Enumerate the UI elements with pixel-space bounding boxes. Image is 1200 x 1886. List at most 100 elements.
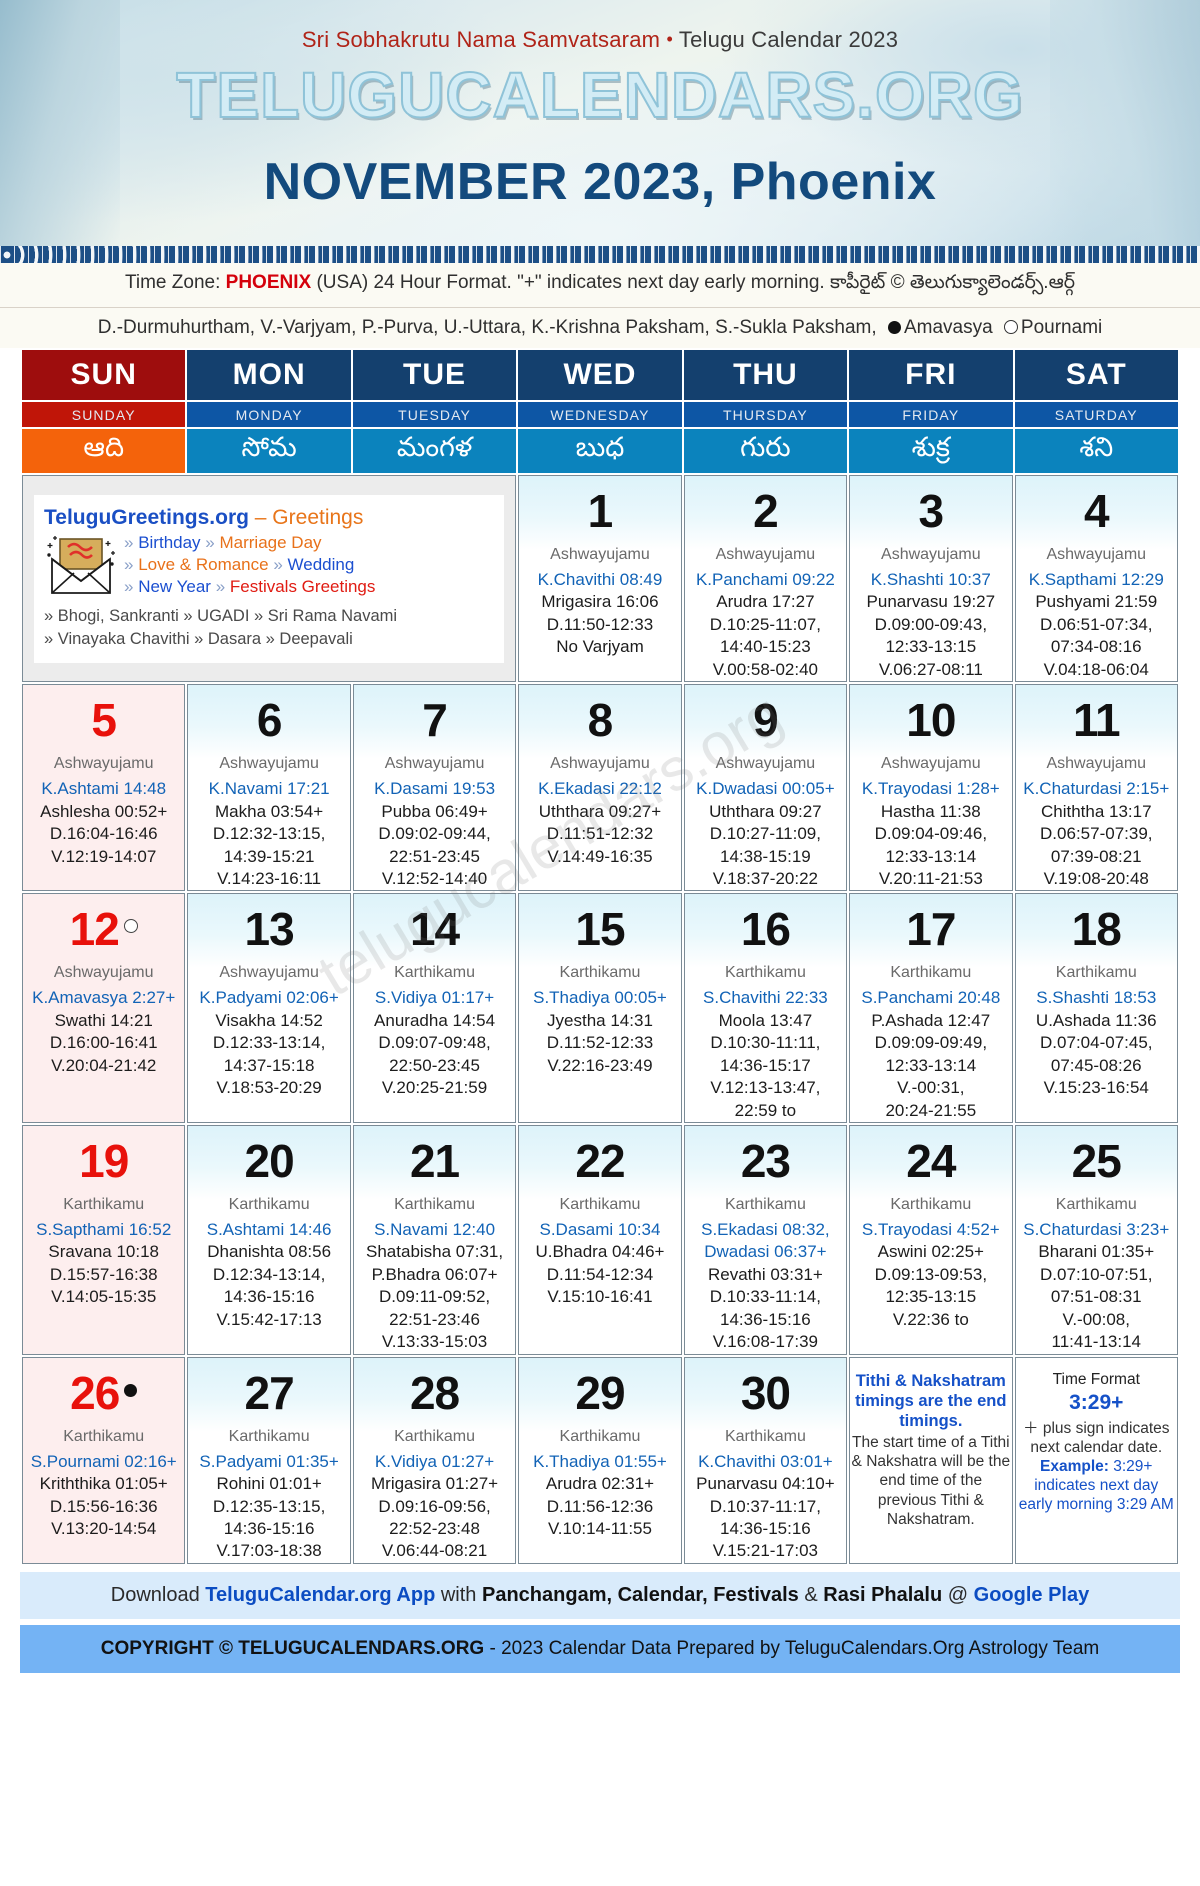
promo-link-row: » New Year » Festivals Greetings: [124, 576, 375, 598]
separator-dot: •: [666, 29, 673, 49]
day-cell[interactable]: 29 Karthikamu K.Thadiya 01:55+ Arudra 02:31…: [518, 1356, 682, 1564]
day-cell[interactable]: 27 Karthikamu S.Padyami 01:35+ Rohini 01:01…: [187, 1356, 351, 1564]
panchangam-line: D.16:04-16:46: [49, 824, 158, 844]
panchangam-line: V.15:10-16:41: [547, 1287, 653, 1307]
time-format-heading: Time Format: [1052, 1370, 1140, 1388]
day-cell[interactable]: 24 Karthikamu S.Trayodasi 4:52+ Aswini 02:2…: [849, 1125, 1013, 1355]
panchangam-line: V.15:21-17:03: [712, 1541, 819, 1561]
promo-title[interactable]: TeluguGreetings.org – Greetings: [44, 505, 494, 530]
day-cell[interactable]: 13 Ashwayujamu K.Padyami 02:06+ Visakha 14:…: [187, 893, 351, 1123]
panchangam-line: Revathi 03:31+: [707, 1264, 823, 1284]
panchangam-line: Mrigasira 16:06: [541, 592, 659, 612]
weekday-long-mon: MONDAY: [187, 402, 351, 427]
tithi-note-cell: Tithi & Nakshatram timings are the end t…: [849, 1356, 1013, 1564]
day-cell[interactable]: 16 Karthikamu S.Chavithi 22:33 Moola 13:47 D…: [683, 893, 848, 1123]
day-cell[interactable]: 7 Ashwayujamu K.Dasami 19:53 Pubba 06:49+ D.…: [352, 684, 517, 892]
promo-link[interactable]: Birthday: [138, 533, 200, 552]
weekday-header-fri: FRI: [849, 350, 1013, 400]
panchangam-line: V.15:23-16:54: [1043, 1078, 1149, 1098]
promo-link[interactable]: Wedding: [288, 555, 355, 574]
day-cell[interactable]: 1 Ashwayujamu K.Chavithi 08:49 Mrigasira 16…: [518, 475, 682, 683]
day-cell[interactable]: 6 Ashwayujamu K.Navami 17:21 Makha 03:54+ D.…: [187, 684, 351, 892]
panchangam-line: Uththara 09:27: [709, 801, 822, 821]
masa-name: Ashwayujamu: [881, 755, 981, 773]
day-cell[interactable]: 4 Ashwayujamu K.Sapthami 12:29 Pushyami 21:…: [1014, 475, 1178, 683]
weekday-telugu-row: ఆది సోమ మంగళ బుధ గురు శుక్ర శని: [22, 429, 1178, 473]
weekday-header-thu: THU: [683, 350, 848, 400]
panchangam-line: V.20:11-21:53: [878, 868, 983, 888]
tithi-name: K.Ekadasi 22:12: [538, 779, 662, 799]
tithi-name: K.Sapthami 12:29: [1028, 570, 1164, 589]
panchangam-line: Chiththa 13:17: [1040, 801, 1152, 821]
day-cell[interactable]: 5 Ashwayujamu K.Ashtami 14:48 Ashlesha 00:5…: [22, 684, 186, 892]
weekday-telugu-sat: శని: [1014, 429, 1178, 473]
panchangam-line: Uththara 09:27+: [538, 801, 662, 821]
masa-name: Karthikamu: [724, 1196, 806, 1213]
day-cell[interactable]: 18 Karthikamu S.Shashti 18:53 U.Ashada 11:3…: [1014, 893, 1178, 1123]
panchangam-line: Kriththika 01:05+: [39, 1474, 168, 1494]
day-cell[interactable]: 25 Karthikamu S.Chaturdasi 3:23+ Bharani 01…: [1014, 1125, 1178, 1355]
panchangam-line: 07:45-08:26: [1050, 1055, 1142, 1075]
masa-name: Ashwayujamu: [550, 546, 650, 563]
promo-link[interactable]: Love & Romance: [138, 555, 268, 574]
day-cell[interactable]: 2 Ashwayujamu K.Panchami 09:22 Arudra 17:27…: [683, 475, 848, 683]
google-play-link[interactable]: Google Play: [974, 1584, 1090, 1606]
time-format-note-cell: Time Format 3:29+ ＋ plus sign indicates ne…: [1014, 1356, 1178, 1564]
masa-name: Karthikamu: [559, 964, 641, 982]
timezone-city: PHOENIX: [225, 272, 312, 293]
day-cell[interactable]: 21 Karthikamu S.Navami 12:40 Shatabisha 07:…: [352, 1125, 517, 1355]
chevron-icon: »: [124, 532, 139, 552]
day-cell[interactable]: 14 Karthikamu S.Vidiya 01:17+ Anuradha 14:5…: [352, 893, 517, 1123]
day-cell[interactable]: 19 Karthikamu S.Sapthami 16:52 Sravana 10:1…: [22, 1125, 186, 1355]
abbreviation-legend: D.-Durmuhurtham, V.-Varjyam, P.-Purva, U…: [0, 308, 1200, 348]
day-cell[interactable]: 11 Ashwayujamu K.Chaturdasi 2:15+ Chiththa …: [1014, 684, 1178, 892]
tithi-name: K.Shashti 10:37: [870, 570, 991, 589]
day-cell[interactable]: 12 Ashwayujamu K.Amavasya 2:27+ Swathi 14:2…: [22, 893, 186, 1123]
masa-name: Karthikamu: [1055, 964, 1137, 982]
panchangam-line: 14:36-15:16: [720, 1518, 811, 1538]
day-cell[interactable]: 9 Ashwayujamu K.Dwadasi 00:05+ Uththara 09:…: [683, 684, 848, 892]
greetings-promo-cell-wrapper[interactable]: TeluguGreetings.org – Greetings» Birthda…: [22, 475, 517, 683]
day-cell[interactable]: 3 Ashwayujamu K.Shashti 10:37 Punarvasu 19:…: [849, 475, 1013, 683]
day-number: 11: [1072, 694, 1121, 747]
panchangam-line: 22:51-23:46: [389, 1309, 480, 1329]
promo-link[interactable]: Festivals Greetings: [230, 577, 376, 596]
samvatsaram-line: Sri Sobhakrutu Nama Samvatsaram • Telugu…: [0, 27, 1200, 53]
tithi-name: S.Padyami 01:35+: [199, 1451, 339, 1471]
tithi-name: S.Vidiya 01:17+: [374, 988, 495, 1008]
day-number: 26: [23, 1358, 184, 1416]
day-cell[interactable]: 26 Karthikamu S.Pournami 02:16+ Kriththika …: [22, 1356, 186, 1564]
day-cell[interactable]: 28 Karthikamu K.Vidiya 01:27+ Mrigasira 01:…: [352, 1356, 517, 1564]
app-download-bar[interactable]: Download TeluguCalendar.org App with Pan…: [20, 1571, 1180, 1619]
weekday-long-row: SUNDAY MONDAY TUESDAY WEDNESDAY THURSDAY…: [22, 402, 1178, 427]
weekday-long-tue: TUESDAY: [352, 402, 517, 427]
promo-link[interactable]: New Year: [138, 577, 211, 596]
masa-name: Karthikamu: [394, 964, 476, 982]
panchangam-line: 07:39-08:21: [1050, 846, 1142, 866]
day-cell[interactable]: 20 Karthikamu S.Ashtami 14:46 Dhanishta 08:…: [187, 1125, 351, 1355]
promo-link[interactable]: Marriage Day: [219, 533, 321, 552]
tithi-name: S.Pournami 02:16+: [30, 1451, 177, 1471]
day-cell[interactable]: 10 Ashwayujamu K.Trayodasi 1:28+ Hastha 11:…: [849, 684, 1013, 892]
day-cell[interactable]: 30 Karthikamu K.Chavithi 03:01+ Punarvasu 0…: [683, 1356, 848, 1564]
amavasya-icon: [887, 321, 901, 334]
day-cell[interactable]: 22 Karthikamu S.Dasami 10:34 U.Bhadra 04:46…: [518, 1125, 682, 1355]
masa-name: Karthikamu: [63, 1427, 145, 1445]
calendar-table: SUN MON TUE WED THU FRI SAT SUNDAY MONDA…: [20, 348, 1180, 1566]
day-cell[interactable]: 15 Karthikamu S.Thadiya 00:05+ Jyestha 14:3…: [518, 893, 682, 1123]
day-cell[interactable]: 23 Karthikamu S.Ekadasi 08:32, Dwadasi 06:…: [683, 1125, 848, 1355]
weekday-short-row: SUN MON TUE WED THU FRI SAT: [22, 350, 1178, 400]
masa-name: Karthikamu: [394, 1427, 476, 1445]
ornament-divider: [0, 246, 1200, 263]
day-number: 28: [409, 1366, 460, 1419]
time-format-line1: ＋ plus sign indicates next calendar date…: [1023, 1419, 1170, 1456]
tithi-name: S.Thadiya 00:05+: [533, 988, 667, 1008]
masa-name: Karthikamu: [1055, 1196, 1137, 1213]
app-name-link[interactable]: TeluguCalendar.org App: [205, 1584, 435, 1606]
day-cell[interactable]: 17 Karthikamu S.Panchami 20:48 P.Ashada 12:…: [849, 893, 1013, 1123]
tithi-name: S.Ashtami 14:46: [206, 1220, 332, 1239]
panchangam-line: U.Ashada 11:36: [1035, 1010, 1157, 1030]
day-cell[interactable]: 8 Ashwayujamu K.Ekadasi 22:12 Uththara 09:2…: [518, 684, 682, 892]
panchangam-line: Shatabisha 07:31,: [366, 1242, 504, 1262]
features-list-2: Rasi Phalalu: [823, 1583, 943, 1606]
